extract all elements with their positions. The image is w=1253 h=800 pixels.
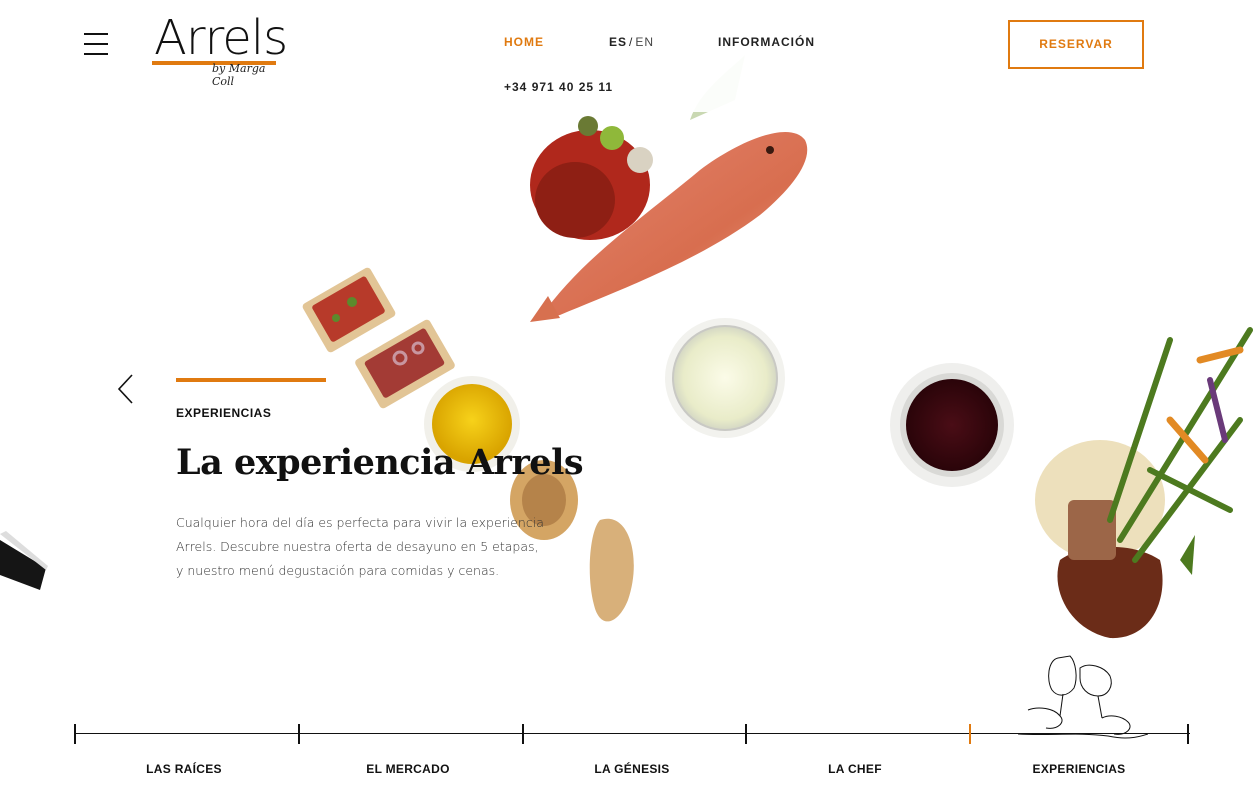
tapas-toasts — [302, 267, 455, 409]
hero-description: Cualquier hora del día es perfecta para … — [176, 515, 544, 578]
logo-tagline: by Marga Coll — [212, 62, 266, 88]
menu-line — [84, 43, 108, 45]
timeline-item-experiencias[interactable]: EXPERIENCIAS — [967, 762, 1191, 776]
hero-title: La experiencia Arrels — [176, 442, 584, 483]
reserve-button[interactable]: RESERVAR — [1008, 20, 1144, 69]
menu-line — [84, 33, 108, 35]
timeline-tick — [1187, 724, 1189, 744]
hero-accent-bar — [176, 378, 326, 382]
timeline-tick — [522, 724, 524, 744]
menu-line — [84, 53, 108, 55]
chevron-left-icon[interactable] — [112, 372, 140, 406]
lang-separator: / — [629, 35, 634, 49]
lang-es-link[interactable]: ES — [609, 35, 627, 49]
red-wine-glass — [890, 363, 1014, 487]
timeline-item-el-mercado[interactable]: EL MERCADO — [296, 762, 520, 776]
timeline-line — [74, 733, 1190, 734]
phone-link[interactable]: +34 971 40 25 11 — [504, 80, 613, 94]
nav-home-link[interactable]: HOME — [504, 35, 544, 49]
site-header: Arrels by Marga Coll HOME ES / EN INFORMAC… — [0, 0, 1253, 112]
timeline-tick-active — [969, 724, 971, 744]
timeline-tick — [298, 724, 300, 744]
timeline-item-la-genesis[interactable]: LA GÉNESIS — [520, 762, 744, 776]
nav-informacion-link[interactable]: INFORMACIÓN — [718, 35, 815, 49]
timeline-tick — [745, 724, 747, 744]
lamb-dish — [1035, 327, 1253, 639]
timeline-item-la-chef[interactable]: LA CHEF — [743, 762, 967, 776]
white-wine-glass — [665, 318, 785, 438]
hamburger-menu-icon[interactable] — [84, 33, 108, 55]
knife — [0, 531, 48, 590]
hero-eyebrow: EXPERIENCIAS — [176, 406, 272, 420]
timeline-tick — [74, 724, 76, 744]
timeline — [74, 724, 1190, 744]
lang-en-link[interactable]: EN — [635, 35, 654, 49]
logo-wordmark: Arrels — [154, 10, 288, 66]
timeline-item-las-raices[interactable]: LAS RAÍCES — [72, 762, 296, 776]
language-switcher: ES / EN — [609, 35, 654, 49]
brand-logo[interactable]: Arrels by Marga Coll — [152, 10, 288, 88]
